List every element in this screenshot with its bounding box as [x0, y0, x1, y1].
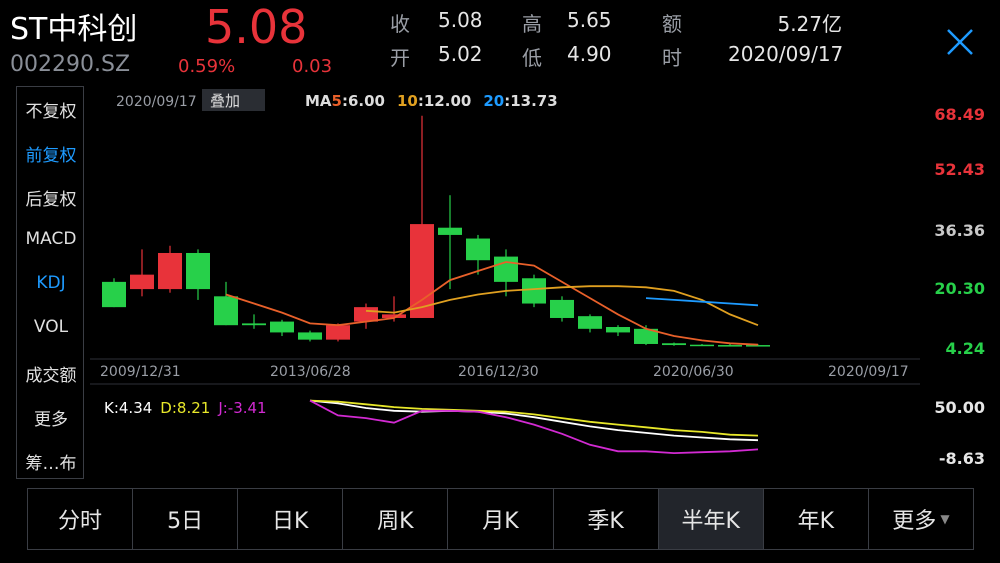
- indicator-menu: 不复权 前复权 后复权 MACD KDJ VOL 成交额 更多 筹…布: [16, 86, 84, 479]
- candle-body: [746, 345, 770, 347]
- amount-label: 额: [662, 12, 682, 36]
- time-label: 时: [662, 46, 682, 70]
- date-axis-tick: 2009/12/31: [100, 364, 181, 380]
- candle-body: [298, 332, 322, 340]
- high-value: 5.65: [567, 8, 612, 32]
- candle-body: [522, 278, 546, 304]
- menu-item-chip-distribution[interactable]: 筹…布: [17, 449, 85, 474]
- menu-item-turnover[interactable]: 成交额: [17, 361, 85, 386]
- ma20-value: :13.73: [504, 92, 557, 110]
- ma5-period: 5: [332, 92, 342, 110]
- low-label: 低: [522, 46, 542, 70]
- candle-body: [102, 281, 126, 308]
- ma5-label: MA: [305, 92, 332, 110]
- tab-more[interactable]: 更多 ▼: [869, 489, 973, 549]
- candle-body: [354, 307, 378, 322]
- ma-lines: [225, 261, 759, 346]
- candle-body: [662, 343, 686, 346]
- candle-body: [718, 345, 742, 347]
- candle-body: [242, 323, 266, 326]
- menu-item-backward-adjust[interactable]: 后复权: [17, 185, 85, 210]
- ma5-line: [225, 261, 759, 346]
- price-axis-tick: 52.43: [934, 160, 985, 179]
- candle-body: [438, 227, 462, 235]
- close-value: 5.08: [438, 8, 483, 32]
- current-price: 5.08: [205, 0, 308, 54]
- tab-intraday[interactable]: 分时: [28, 489, 134, 549]
- low-value: 4.90: [567, 42, 612, 66]
- change-amount: 0.03: [292, 56, 333, 77]
- open-value: 5.02: [438, 42, 483, 66]
- tab-5day[interactable]: 5日: [133, 489, 239, 549]
- tab-quarterly[interactable]: 季K: [554, 489, 659, 549]
- candle-body: [214, 296, 238, 326]
- overlay-button[interactable]: 叠加: [210, 92, 240, 110]
- candle-body: [466, 238, 490, 261]
- ma-legend: MA5:6.00 10:12.00 20:13.73: [305, 92, 558, 110]
- kdj-j: J:-3.41: [217, 399, 266, 417]
- kdj-d: D:8.21: [160, 399, 210, 417]
- menu-item-kdj[interactable]: KDJ: [17, 273, 85, 293]
- price-axis-tick: 4.24: [946, 339, 985, 358]
- tab-daily[interactable]: 日K: [238, 489, 344, 549]
- period-tabs: 分时 5日 日K 周K 月K 季K 半年K 年K 更多 ▼: [27, 488, 974, 550]
- candle-body: [578, 316, 602, 329]
- kline-chart[interactable]: 68.49 52.43 36.36 20.30 4.24 2009/12/31 2013/0…: [90, 84, 995, 484]
- close-label: 收: [390, 12, 410, 36]
- ma10-period: 10: [397, 92, 418, 110]
- price-axis-tick: 68.49: [934, 105, 985, 124]
- candle-body: [494, 256, 518, 282]
- menu-item-vol[interactable]: VOL: [17, 317, 85, 337]
- candle-body: [270, 321, 294, 333]
- candle-body: [326, 325, 350, 340]
- tab-monthly[interactable]: 月K: [448, 489, 554, 549]
- caret-down-icon: ▼: [940, 512, 950, 526]
- kdj-legend: K:4.34 D:8.21 J:-3.41: [104, 399, 267, 417]
- menu-item-macd[interactable]: MACD: [17, 229, 85, 249]
- close-button[interactable]: [940, 22, 980, 62]
- candle-body: [186, 252, 210, 290]
- date-axis-tick: 2020/09/17: [828, 364, 909, 380]
- kdj-k: K:4.34: [104, 399, 152, 417]
- ma20-period: 20: [483, 92, 504, 110]
- overlay-date: 2020/09/17: [116, 94, 197, 110]
- ma10-value: :12.00: [418, 92, 471, 110]
- candle-body: [690, 344, 714, 347]
- menu-item-no-adjust[interactable]: 不复权: [17, 97, 85, 122]
- change-percent: 0.59%: [178, 56, 236, 77]
- tab-more-label: 更多: [892, 509, 937, 534]
- stock-name: ST中科创: [10, 12, 138, 47]
- kdj-axis-tick: -8.63: [939, 449, 985, 468]
- tab-yearly[interactable]: 年K: [764, 489, 869, 549]
- ma5-value: :6.00: [342, 92, 385, 110]
- tab-weekly[interactable]: 周K: [343, 489, 449, 549]
- menu-item-forward-adjust[interactable]: 前复权: [17, 141, 85, 166]
- date-axis-tick: 2016/12/30: [458, 364, 539, 380]
- candle-body: [130, 274, 154, 290]
- candle-body: [550, 299, 574, 318]
- kdj-lines: [309, 399, 759, 455]
- candle-body: [410, 224, 434, 318]
- price-axis-tick: 36.36: [934, 221, 985, 240]
- tab-half-year[interactable]: 半年K: [658, 489, 764, 549]
- time-value: 2020/09/17: [728, 42, 844, 66]
- candle-body: [606, 327, 630, 333]
- open-label: 开: [390, 46, 410, 70]
- high-label: 高: [522, 12, 542, 36]
- candle-body: [158, 252, 182, 290]
- amount-value: 5.27亿: [777, 12, 842, 36]
- menu-item-more[interactable]: 更多: [17, 405, 85, 430]
- kdj-axis-tick: 50.00: [934, 398, 985, 417]
- date-axis-tick: 2013/06/28: [270, 364, 351, 380]
- price-axis-tick: 20.30: [934, 279, 985, 298]
- date-axis-tick: 2020/06/30: [653, 364, 734, 380]
- stock-code: 002290.SZ: [10, 52, 131, 77]
- candles: [102, 115, 770, 347]
- close-icon: [947, 29, 973, 55]
